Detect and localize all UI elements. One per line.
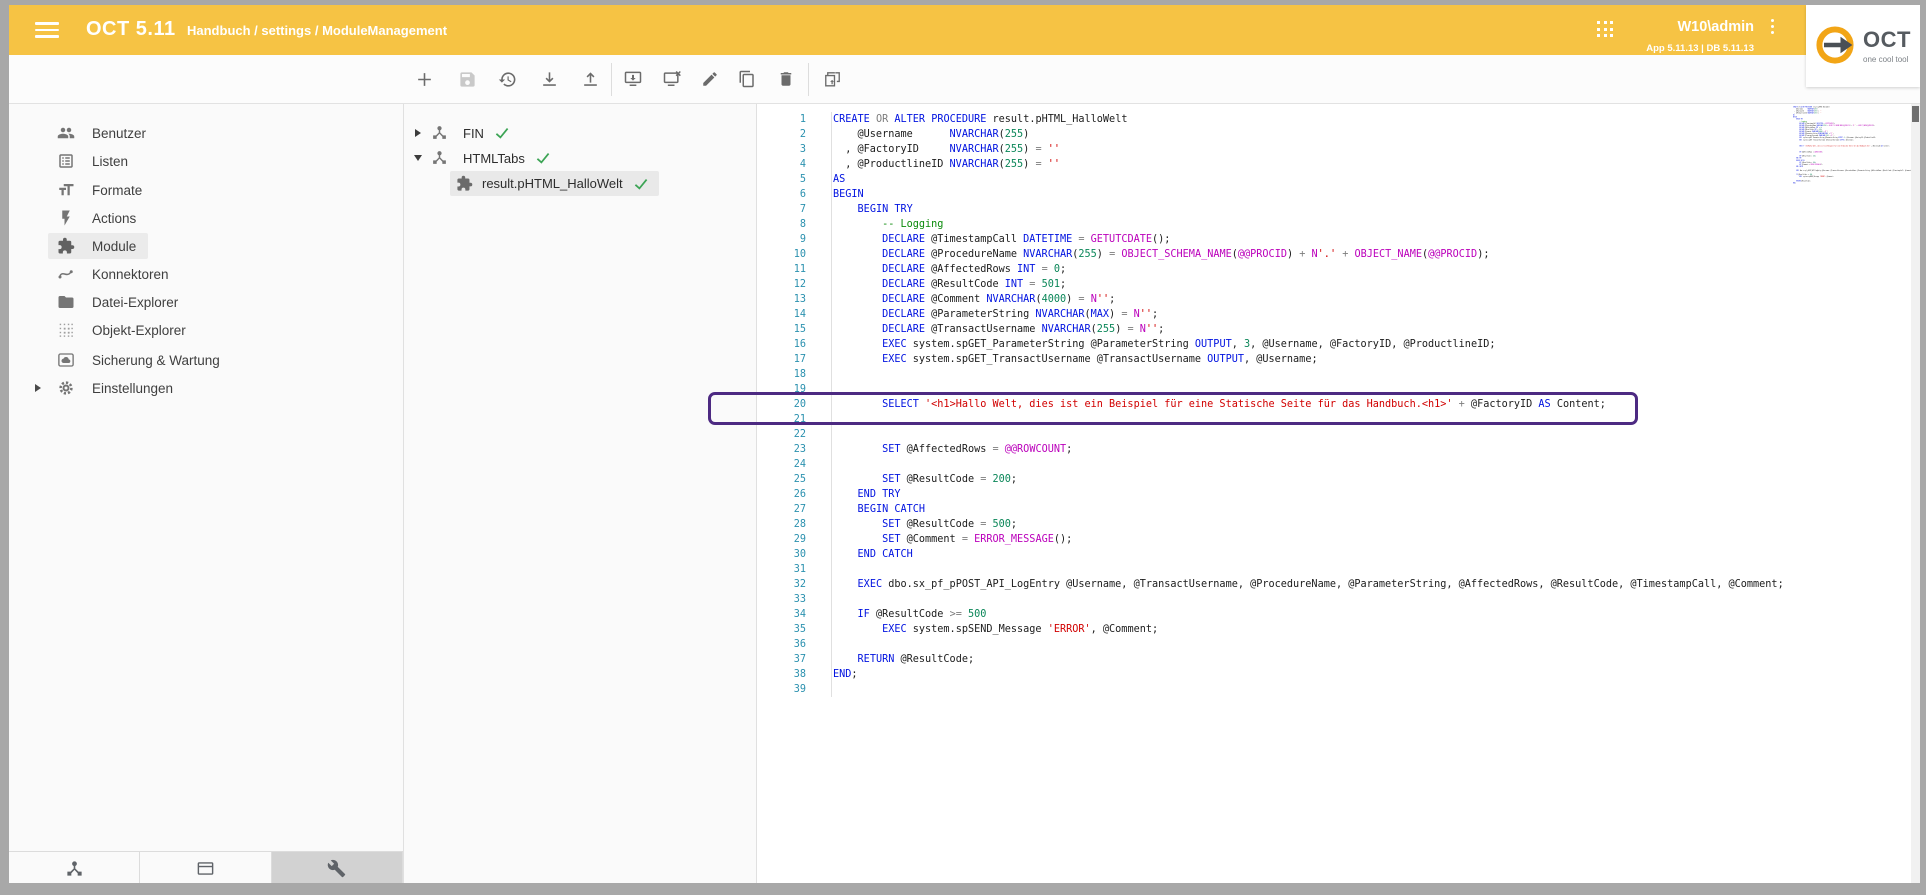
expand-arrow-icon[interactable] bbox=[33, 383, 43, 393]
download-button[interactable] bbox=[532, 62, 566, 96]
sidebar-item-listen[interactable]: Listen bbox=[48, 148, 140, 174]
wrench-icon bbox=[327, 859, 346, 878]
hierarchy-icon bbox=[65, 859, 84, 878]
logo-tagline: one cool tool bbox=[1863, 55, 1908, 64]
app-window: OCT 5.11 Handbuch / settings / ModuleMan… bbox=[9, 5, 1920, 883]
tree-node-label: HTMLTabs bbox=[463, 151, 525, 166]
editor-toolbar bbox=[9, 55, 1920, 104]
code-editor[interactable]: 1234567891011121314151617181920212223242… bbox=[757, 104, 1911, 883]
sidebar-item-label: Konnektoren bbox=[92, 267, 169, 282]
add-button[interactable] bbox=[407, 62, 441, 96]
sidebar-bottom-tabs bbox=[9, 851, 403, 883]
version-info: App 5.11.13 | DB 5.11.13 bbox=[1646, 43, 1754, 54]
upload-button[interactable] bbox=[573, 62, 607, 96]
bottom-tab-window[interactable] bbox=[140, 852, 271, 883]
hamburger-menu-icon[interactable] bbox=[35, 22, 59, 39]
collapsed-arrow-icon[interactable] bbox=[413, 128, 423, 138]
uninstall-button[interactable] bbox=[655, 62, 689, 96]
more-vertical-icon[interactable] bbox=[1771, 19, 1775, 37]
bottom-tab-wrench[interactable] bbox=[272, 852, 403, 883]
sidebar-item-label: Objekt-Explorer bbox=[92, 323, 186, 338]
header-bar: OCT 5.11 Handbuch / settings / ModuleMan… bbox=[9, 5, 1920, 55]
sidebar-item-actions[interactable]: Actions bbox=[48, 205, 148, 231]
sidebar-item-datei-explorer[interactable]: Datei-Explorer bbox=[48, 289, 190, 315]
brand-logo: OCT one cool tool bbox=[1806, 5, 1920, 87]
sidebar-item-label: Module bbox=[92, 239, 136, 254]
minimap[interactable]: CREATE OR ALTER PROCEDURE result.pHTML_H… bbox=[1793, 106, 1912, 196]
sidebar-item-label: Datei-Explorer bbox=[92, 295, 178, 310]
scrollbar-thumb[interactable] bbox=[1912, 106, 1919, 122]
logo-text: OCT bbox=[1863, 27, 1911, 53]
sidebar-item-label: Sicherung & Wartung bbox=[92, 353, 220, 368]
toolbar-separator bbox=[808, 63, 809, 96]
module-tree-panel bbox=[404, 104, 756, 883]
puzzle-icon bbox=[57, 237, 75, 255]
user-menu[interactable]: W10\admin bbox=[1677, 19, 1754, 35]
toolbar-separator bbox=[611, 63, 612, 96]
hierarchy-icon bbox=[431, 124, 449, 142]
format-size-icon bbox=[57, 181, 75, 199]
folder-icon bbox=[57, 293, 75, 311]
edit-button[interactable] bbox=[693, 62, 727, 96]
bottom-tab-hierarchy[interactable] bbox=[9, 852, 140, 883]
tree-divider bbox=[756, 104, 757, 883]
dot-grid-icon bbox=[57, 321, 75, 339]
hierarchy-icon bbox=[431, 149, 449, 167]
sidebar-item-formate[interactable]: Formate bbox=[48, 177, 154, 203]
sidebar-item-label: Einstellungen bbox=[92, 381, 173, 396]
save-button[interactable] bbox=[450, 62, 484, 96]
tree-node-label: result.pHTML_HalloWelt bbox=[482, 176, 623, 191]
flash-icon bbox=[57, 209, 75, 227]
install-button[interactable] bbox=[616, 62, 650, 96]
copy-button[interactable] bbox=[730, 62, 764, 96]
breadcrumb: Handbuch / settings / ModuleManagement bbox=[187, 23, 447, 38]
sidebar-item-sicherung-wartung[interactable]: Sicherung & Wartung bbox=[48, 347, 232, 373]
expanded-arrow-icon[interactable] bbox=[413, 153, 423, 163]
oct-logo-icon bbox=[1813, 23, 1857, 67]
tree-node-fin[interactable]: FIN bbox=[404, 121, 510, 145]
delete-button[interactable] bbox=[769, 62, 803, 96]
indent-guide bbox=[831, 112, 832, 697]
sidebar-item-label: Benutzer bbox=[92, 126, 146, 141]
tree-node-result-phtml-hallowelt[interactable]: result.pHTML_HalloWelt bbox=[450, 171, 659, 196]
apps-grid-icon[interactable] bbox=[1597, 21, 1614, 38]
tree-node-label: FIN bbox=[463, 126, 484, 141]
sidebar-item-label: Formate bbox=[92, 183, 142, 198]
sidebar-item-label: Listen bbox=[92, 154, 128, 169]
vertical-scrollbar[interactable] bbox=[1911, 104, 1920, 883]
gear-icon bbox=[57, 379, 75, 397]
check-icon bbox=[633, 176, 649, 192]
sidebar-item-einstellungen[interactable]: Einstellungen bbox=[48, 375, 185, 401]
sidebar-item-objekt-explorer[interactable]: Objekt-Explorer bbox=[48, 317, 198, 343]
list-icon bbox=[57, 152, 75, 170]
tree-node-htmltabs[interactable]: HTMLTabs bbox=[404, 146, 551, 170]
app-title: OCT 5.11 bbox=[86, 18, 176, 41]
code-content: CREATE OR ALTER PROCEDURE result.pHTML_H… bbox=[833, 112, 1784, 697]
users-icon bbox=[57, 124, 75, 142]
window-icon bbox=[196, 859, 215, 878]
puzzle-icon bbox=[456, 175, 474, 193]
sidebar-divider bbox=[403, 104, 404, 883]
backup-icon bbox=[57, 351, 75, 369]
sidebar-item-benutzer[interactable]: Benutzer bbox=[48, 120, 158, 146]
history-button[interactable] bbox=[490, 62, 524, 96]
line-numbers: 1234567891011121314151617181920212223242… bbox=[757, 112, 806, 697]
sidebar-item-konnektoren[interactable]: Konnektoren bbox=[48, 261, 181, 287]
connector-icon bbox=[57, 265, 75, 283]
check-icon bbox=[494, 125, 510, 141]
sidebar-item-label: Actions bbox=[92, 211, 136, 226]
export-log-button[interactable] bbox=[815, 62, 849, 96]
check-icon bbox=[535, 150, 551, 166]
sidebar-item-module[interactable]: Module bbox=[48, 233, 148, 259]
minimap-content: CREATE OR ALTER PROCEDURE result.pHTML_H… bbox=[1793, 106, 1912, 186]
